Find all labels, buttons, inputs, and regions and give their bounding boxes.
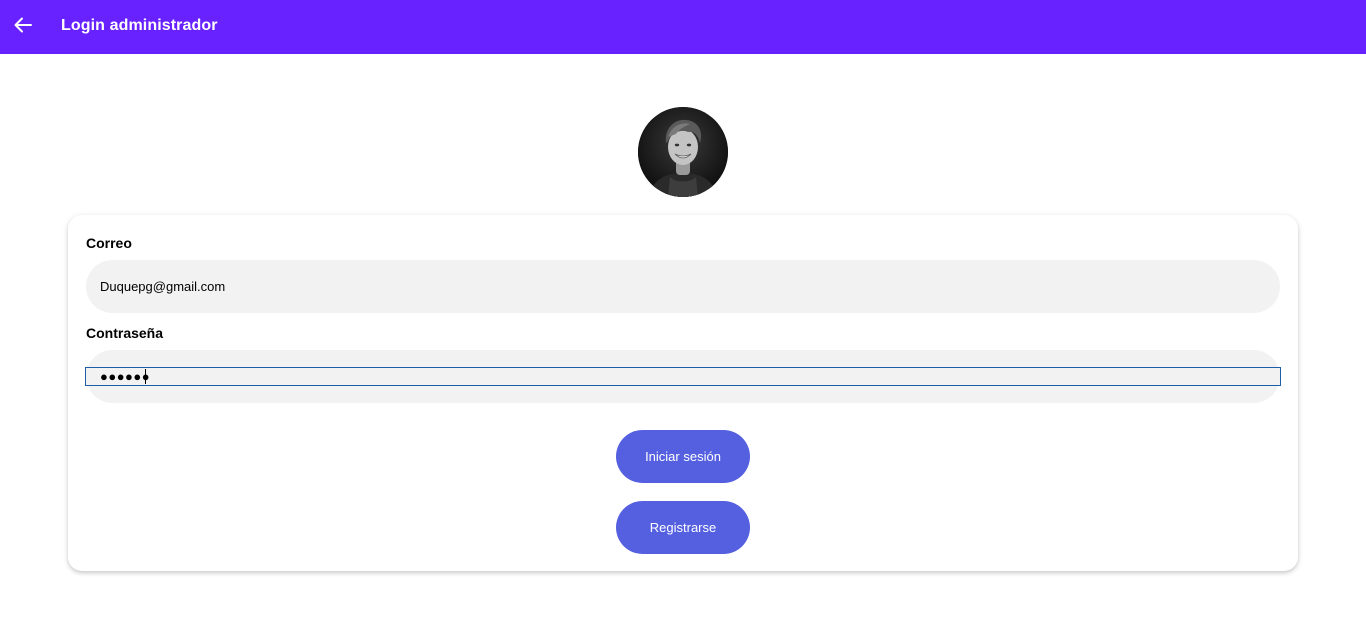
top-toolbar: Login administrador <box>0 0 1366 54</box>
password-label: Contraseña <box>86 325 164 341</box>
password-input[interactable]: ●●●●●● <box>85 367 1281 386</box>
email-label: Correo <box>86 235 132 251</box>
email-field[interactable]: Duquepg@gmail.com <box>86 260 1280 313</box>
password-value: ●●●●●● <box>100 369 151 384</box>
login-button[interactable]: Iniciar sesión <box>616 430 750 483</box>
text-caret <box>145 369 146 384</box>
back-button[interactable] <box>10 14 36 40</box>
email-value: Duquepg@gmail.com <box>100 279 226 294</box>
arrow-left-icon <box>14 17 32 38</box>
login-card: Correo Duquepg@gmail.com Contraseña ●●●●… <box>68 215 1298 571</box>
password-field[interactable]: ●●●●●● <box>85 350 1281 403</box>
page-title: Login administrador <box>61 17 218 34</box>
register-button[interactable]: Registrarse <box>616 501 750 554</box>
avatar <box>638 107 728 197</box>
